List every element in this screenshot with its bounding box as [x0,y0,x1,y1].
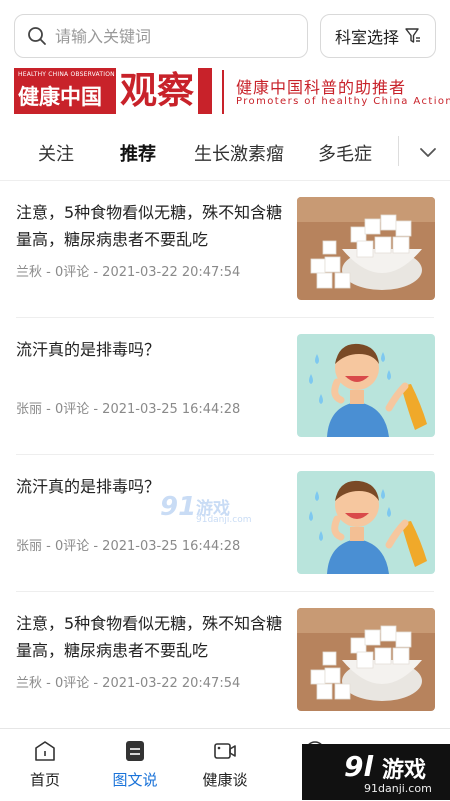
tab-gh-tumor[interactable]: 生长激素瘤 [194,140,284,166]
nav-health-talk-label: 健康谈 [202,771,248,789]
search-icon [28,27,46,45]
tab-divider [398,136,399,166]
site-logo-badge: 9l 游戏 91danji.com [302,744,450,800]
article-card[interactable]: 注意，5种食物看似无糖，殊不知含糖量高，糖尿病患者不要乱吃 兰秋 - 0评论 -… [0,181,450,318]
article-thumbnail [297,334,435,437]
tab-hirsutism[interactable]: 多毛症 [318,140,372,166]
dept-filter-button[interactable]: 科室选择 [320,14,436,58]
article-meta: 张丽 - 0评论 - 2021-03-25 16:44:28 [16,539,241,554]
watermark-logo: 91 游戏 91danji.com [160,492,260,528]
search-box[interactable] [14,14,308,58]
watermark-url: 91danji.com [196,515,252,525]
article-meta: 张丽 - 0评论 - 2021-03-25 16:44:28 [16,402,241,417]
tab-follow[interactable]: 关注 [38,140,74,166]
nav-home[interactable]: 首页 [0,729,90,801]
banner-guancha: 观察 [116,66,198,114]
article-title: 流汗真的是排毒吗？ [16,340,161,359]
banner-divider [222,70,224,114]
chevron-down-icon[interactable] [416,140,440,164]
banner[interactable]: HEALTHY CHINA OBSERVATION 健康中国 观察 健康中国科普… [14,66,450,116]
banner-slogan-cn: 健康中国科普的助推者 [236,78,407,97]
watermark-number: 91 [160,492,197,522]
article-card[interactable]: 注意，5种食物看似无糖，殊不知含糖量高，糖尿病患者不要乱吃 兰秋 - 0评论 -… [0,592,450,729]
filter-icon [405,28,420,43]
nav-articles-label: 图文说 [112,771,158,789]
nav-articles[interactable]: 图文说 [90,729,180,801]
banner-small-text: HEALTHY CHINA OBSERVATION [18,71,115,78]
article-thumbnail [297,608,435,711]
logo-text: 游戏 [382,758,427,783]
article-thumbnail [297,471,435,574]
article-title: 注意，5种食物看似无糖，殊不知含糖量高，糖尿病患者不要乱吃 [16,614,283,660]
article-card[interactable]: 流汗真的是排毒吗？ 张丽 - 0评论 - 2021-03-25 16:44:28 [0,318,450,455]
tab-recommend[interactable]: 推荐 [120,140,156,166]
search-input[interactable] [53,25,297,47]
article-meta: 兰秋 - 0评论 - 2021-03-22 20:47:54 [16,676,241,691]
home-icon [35,741,55,761]
logo-number: 9l [344,750,374,783]
nav-home-label: 首页 [29,771,60,789]
article-icon [126,741,144,761]
article-meta: 兰秋 - 0评论 - 2021-03-22 20:47:54 [16,265,241,280]
banner-slogan-en: Promoters of healthy China Action [236,96,450,107]
logo-url: 91danji.com [364,782,432,795]
video-icon [214,743,236,759]
nav-health-talk[interactable]: 健康谈 [180,729,270,801]
dept-filter-label: 科室选择 [334,28,399,47]
banner-brand: 健康中国 [18,85,102,109]
article-thumbnail [297,197,435,300]
category-tabs: 关注 推荐 生长激素瘤 多毛症 [0,126,450,176]
article-title: 注意，5种食物看似无糖，殊不知含糖量高，糖尿病患者不要乱吃 [16,203,283,249]
